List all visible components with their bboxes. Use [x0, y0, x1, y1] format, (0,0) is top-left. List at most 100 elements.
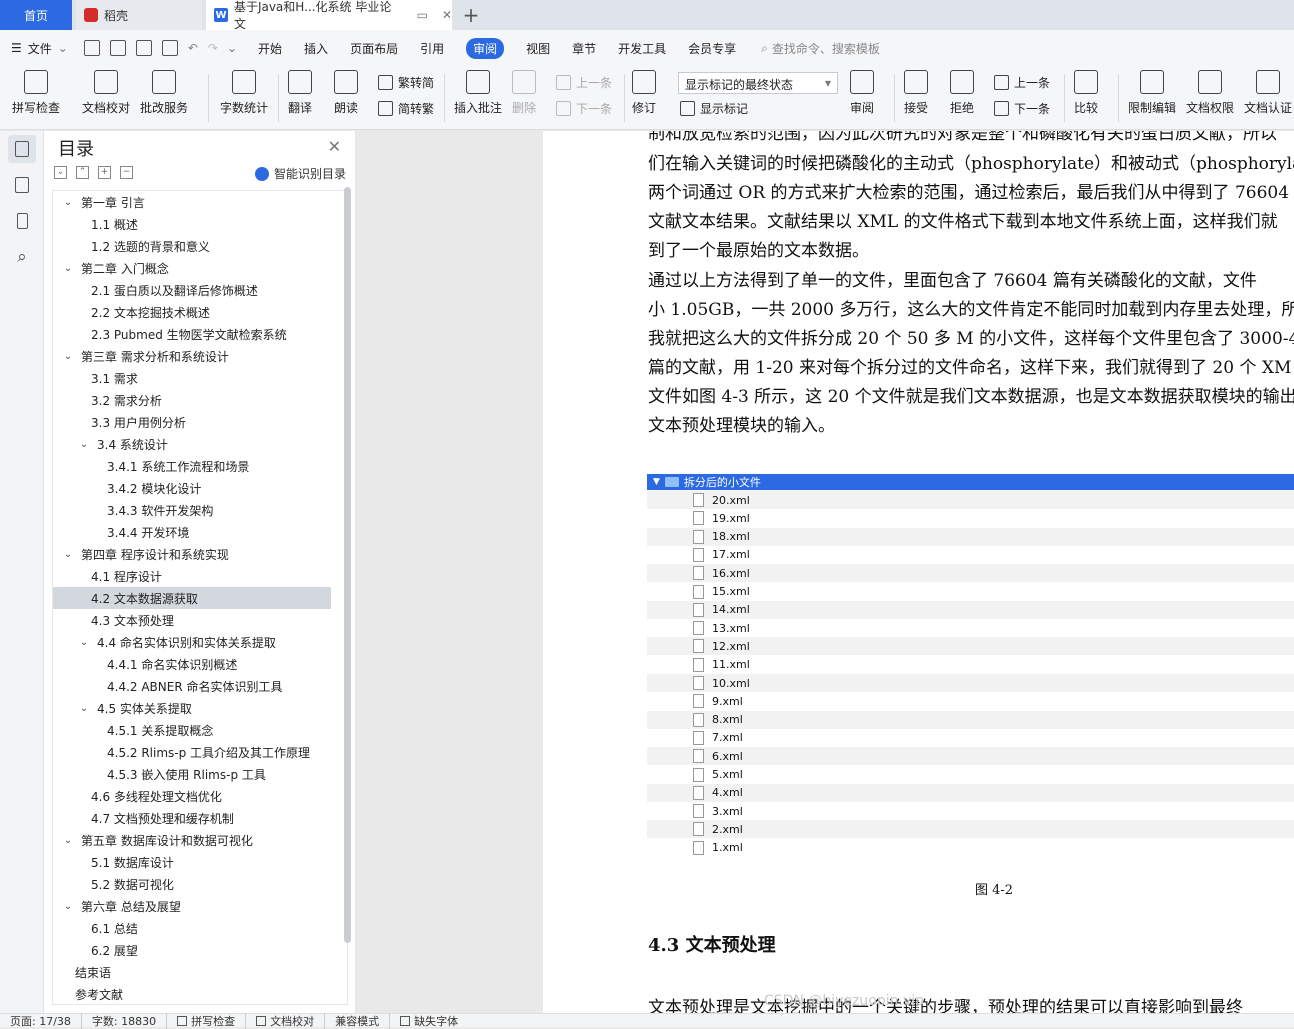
- tab-close-icon[interactable]: ✕: [442, 8, 452, 22]
- spellcheck-button[interactable]: 拼写检查: [12, 70, 60, 116]
- toc-item[interactable]: 参考文献: [53, 983, 331, 1004]
- toc-item[interactable]: 4.6 多线程处理文档优化: [53, 785, 331, 807]
- toc-item[interactable]: ⌄ 第二章 入门概念: [53, 257, 331, 279]
- accept-button[interactable]: 接受: [904, 70, 928, 116]
- doc-cert-button[interactable]: 文档认证: [1244, 70, 1292, 116]
- missing-font-button[interactable]: 缺失字体: [390, 1013, 468, 1029]
- toc-item[interactable]: 4.3 文本预处理: [53, 609, 331, 631]
- word-count-indicator[interactable]: 字数: 18830: [82, 1012, 168, 1029]
- toc-item[interactable]: 1.2 选题的背景和意义: [53, 235, 331, 257]
- toc-item[interactable]: 2.2 文本挖掘技术概述: [53, 301, 331, 323]
- chevron-down-icon[interactable]: ⌄: [61, 263, 75, 274]
- menu-member[interactable]: 会员专享: [677, 30, 747, 66]
- chapter-nav-button[interactable]: [8, 171, 36, 199]
- menu-insert[interactable]: 插入: [293, 30, 339, 66]
- document-canvas[interactable]: 制和放宽检索的范围，因为此次研究的对象是整个和磷酸化有关的蛋白质文献，所以 们在输…: [357, 131, 1294, 1013]
- to-simplified-button[interactable]: 繁转简: [378, 74, 434, 91]
- insert-comment-button[interactable]: 插入批注: [454, 70, 502, 116]
- toc-item[interactable]: 4.5.2 Rlims-p 工具介绍及其工作原理: [53, 741, 331, 763]
- toc-item[interactable]: 6.2 展望: [53, 939, 331, 961]
- expand-all-icon[interactable]: ⌃: [76, 166, 89, 179]
- toc-item[interactable]: 4.5.3 嵌入使用 Rlims-p 工具: [53, 763, 331, 785]
- toc-item[interactable]: ⌄ 第六章 总结及展望: [53, 895, 331, 917]
- toc-item[interactable]: 4.5.1 关系提取概念: [53, 719, 331, 741]
- review-pane-button[interactable]: 审阅: [850, 70, 874, 116]
- next-comment-button[interactable]: 下一条: [556, 100, 612, 117]
- prev-comment-button[interactable]: 上一条: [556, 74, 612, 91]
- toc-item[interactable]: ⌄ 4.5 实体关系提取: [53, 697, 331, 719]
- chevron-down-icon[interactable]: ⌄: [77, 703, 91, 714]
- delete-comment-button[interactable]: 删除: [512, 70, 536, 116]
- word-count-button[interactable]: 字数统计: [220, 70, 268, 116]
- menu-start[interactable]: 开始: [247, 30, 293, 66]
- menu-developer[interactable]: 开发工具: [607, 30, 677, 66]
- bookmark-button[interactable]: [8, 207, 36, 235]
- toc-item[interactable]: 5.1 数据库设计: [53, 851, 331, 873]
- toc-item[interactable]: 3.1 需求: [53, 367, 331, 389]
- remove-heading-icon[interactable]: −: [120, 166, 133, 179]
- chevron-down-icon[interactable]: ⌄: [77, 637, 91, 648]
- chevron-down-icon[interactable]: ⌄: [61, 549, 75, 560]
- tab-document[interactable]: W 基于Java和H...化系统 毕业论文 ▭ ✕: [206, 0, 452, 31]
- translate-button[interactable]: 翻译: [288, 70, 312, 116]
- toc-item[interactable]: ⌄ 3.4 系统设计: [53, 433, 331, 455]
- chevron-down-icon[interactable]: ⌄: [61, 197, 75, 208]
- status-spellcheck[interactable]: 拼写检查: [167, 1012, 247, 1029]
- print-preview-icon[interactable]: [161, 40, 178, 56]
- toc-item[interactable]: ⌄ 第五章 数据库设计和数据可视化: [53, 829, 331, 851]
- status-doc-proof[interactable]: 文档校对: [246, 1012, 326, 1029]
- save-icon[interactable]: [83, 40, 100, 56]
- toc-item[interactable]: 4.4.2 ABNER 命名实体识别工具: [53, 675, 331, 697]
- toc-panel-button[interactable]: [8, 135, 36, 163]
- compare-button[interactable]: 比较: [1074, 70, 1098, 116]
- read-aloud-button[interactable]: 朗读: [334, 70, 358, 116]
- toc-item[interactable]: 2.1 蛋白质以及翻译后修饰概述: [53, 279, 331, 301]
- to-traditional-button[interactable]: 简转繁: [378, 100, 434, 117]
- new-tab-button[interactable]: +: [458, 0, 484, 30]
- toc-item[interactable]: ⌄ 第三章 需求分析和系统设计: [53, 345, 331, 367]
- chevron-down-icon[interactable]: ⌄: [61, 835, 75, 846]
- menu-chapter[interactable]: 章节: [561, 30, 607, 66]
- toc-item[interactable]: 4.1 程序设计: [53, 565, 331, 587]
- print-icon[interactable]: [135, 40, 152, 56]
- toc-item[interactable]: ⌄ 4.4 命名实体识别和实体关系提取: [53, 631, 331, 653]
- more-dropdown-icon[interactable]: ⌄: [227, 41, 237, 55]
- page-indicator[interactable]: 页面: 17/38: [0, 1012, 82, 1029]
- chevron-down-icon[interactable]: ⌄: [77, 439, 91, 450]
- toc-item[interactable]: 5.2 数据可视化: [53, 873, 331, 895]
- toc-item[interactable]: 4.4.1 命名实体识别概述: [53, 653, 331, 675]
- add-heading-icon[interactable]: +: [98, 166, 111, 179]
- next-change-button[interactable]: 下一条: [994, 100, 1050, 117]
- toc-item[interactable]: ⌄ 第四章 程序设计和系统实现: [53, 543, 331, 565]
- chevron-down-icon[interactable]: ⌄: [61, 901, 75, 912]
- toc-item[interactable]: 4.7 文档预处理和缓存机制: [53, 807, 331, 829]
- undo-icon[interactable]: ↶: [188, 41, 198, 55]
- toc-item[interactable]: 结束语: [53, 961, 331, 983]
- tab-home[interactable]: 首页: [0, 0, 72, 30]
- toc-item[interactable]: ⌄ 第一章 引言: [53, 191, 331, 213]
- menu-view[interactable]: 视图: [515, 30, 561, 66]
- toc-item[interactable]: 1.1 概述: [53, 213, 331, 235]
- find-button[interactable]: ⌕: [8, 243, 36, 271]
- file-menu[interactable]: ☰ 文件 ⌄: [0, 30, 79, 66]
- show-markup-button[interactable]: 显示标记: [680, 100, 748, 117]
- prev-change-button[interactable]: 上一条: [994, 74, 1050, 91]
- menu-reference[interactable]: 引用: [409, 30, 455, 66]
- tab-pin-icon[interactable]: ▭: [417, 8, 428, 22]
- restrict-edit-button[interactable]: 限制编辑: [1128, 70, 1176, 116]
- doc-permission-button[interactable]: 文档权限: [1186, 70, 1234, 116]
- toc-scrollbar[interactable]: [344, 187, 351, 943]
- smart-toc-button[interactable]: 智能识别目录: [254, 165, 346, 182]
- export-pdf-icon[interactable]: [109, 40, 126, 56]
- document-page[interactable]: 制和放宽检索的范围，因为此次研究的对象是整个和磷酸化有关的蛋白质文献，所以 们在输…: [543, 131, 1294, 1013]
- toc-item[interactable]: 2.3 Pubmed 生物医学文献检索系统: [53, 323, 331, 345]
- chevron-down-icon[interactable]: ⌄: [61, 351, 75, 362]
- menu-page-layout[interactable]: 页面布局: [339, 30, 409, 66]
- redo-icon[interactable]: ↷: [208, 41, 218, 55]
- toc-item[interactable]: 3.3 用户用例分析: [53, 411, 331, 433]
- markup-state-select[interactable]: 显示标记的最终状态 ▾: [678, 72, 838, 94]
- command-search[interactable]: ⌕ 查找命令、搜索模板: [761, 40, 880, 57]
- revise-button[interactable]: 修订: [632, 70, 656, 116]
- toc-item[interactable]: 4.2 文本数据源获取: [53, 587, 331, 609]
- toc-item[interactable]: 3.4.1 系统工作流程和场景: [53, 455, 331, 477]
